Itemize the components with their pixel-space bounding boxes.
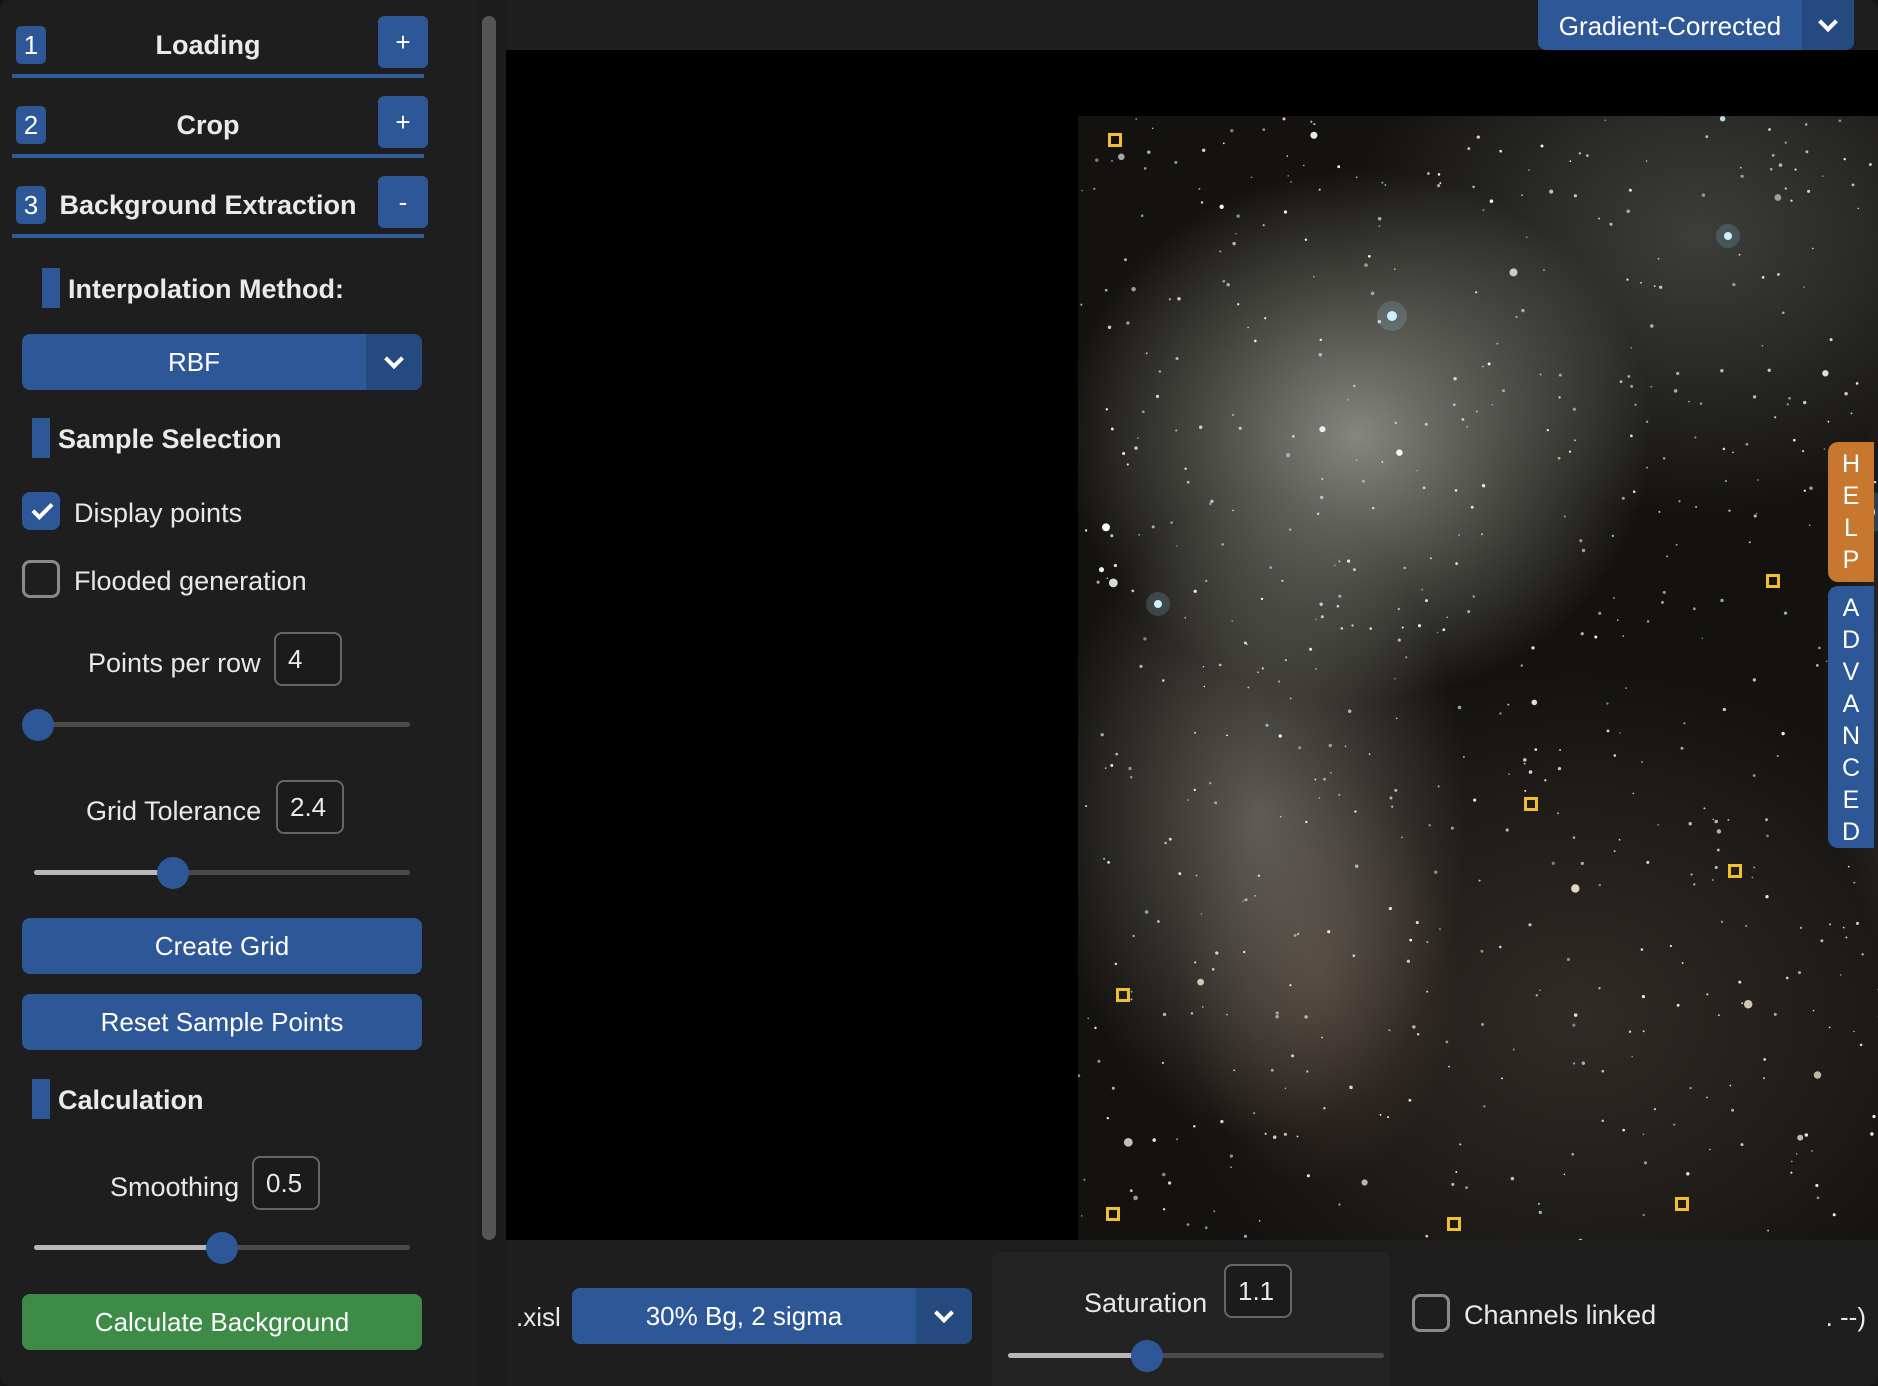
sample-point-marker[interactable] <box>1524 797 1538 811</box>
smoothing-slider[interactable] <box>34 1232 410 1264</box>
checkbox-label: Flooded generation <box>74 566 307 596</box>
divider <box>12 234 424 238</box>
chevron-down-icon[interactable] <box>916 1288 972 1344</box>
grid-tolerance-slider[interactable] <box>34 857 410 889</box>
checkbox[interactable] <box>22 492 60 530</box>
divider <box>12 154 424 158</box>
slider-handle[interactable] <box>22 709 54 741</box>
heading-marker <box>42 268 60 308</box>
interpolation-dropdown[interactable]: RBF <box>22 334 422 390</box>
grid-tolerance-input[interactable]: 2.4 <box>276 780 344 834</box>
advanced-tab-label: ADVANCED <box>1841 594 1861 846</box>
calculate-background-button[interactable]: Calculate Background <box>22 1294 422 1350</box>
check-icon <box>31 498 54 520</box>
sample-point-marker[interactable] <box>1675 1197 1689 1211</box>
section-background-extraction[interactable]: 3 Background Extraction - <box>12 174 428 238</box>
display-mode-dropdown[interactable]: Gradient-Corrected <box>1538 0 1854 50</box>
stretch-dropdown[interactable]: 30% Bg, 2 sigma <box>572 1288 972 1344</box>
image-canvas[interactable] <box>506 50 1878 1268</box>
checkbox[interactable] <box>1412 1294 1450 1332</box>
section-number: 2 <box>16 106 46 144</box>
saturation-label: Saturation <box>1084 1288 1208 1318</box>
help-tab[interactable]: HELP <box>1828 442 1874 582</box>
heading-text: Sample Selection <box>58 424 282 454</box>
heading-text: Interpolation Method: <box>68 274 344 304</box>
slider-handle[interactable] <box>157 857 190 889</box>
checkbox[interactable] <box>22 560 60 598</box>
grid-tolerance-label: Grid Tolerance <box>86 796 262 826</box>
slider-handle[interactable] <box>1131 1340 1164 1372</box>
app-window: 1 Loading + 2 Crop + 3 Background Extrac… <box>0 0 1878 1386</box>
section-crop[interactable]: 2 Crop + <box>12 94 428 158</box>
points-per-row-input[interactable]: 4 <box>274 632 342 686</box>
collapse-button[interactable]: - <box>378 176 428 228</box>
smoothing-label: Smoothing <box>110 1172 240 1202</box>
sample-point-marker[interactable] <box>1447 1217 1461 1231</box>
divider <box>12 74 424 78</box>
advanced-tab[interactable]: ADVANCED <box>1828 586 1874 848</box>
sample-point-marker[interactable] <box>1766 574 1780 588</box>
chevron-down-icon[interactable] <box>1802 0 1854 50</box>
sidebar-scrollbar[interactable] <box>482 16 496 1240</box>
expand-button[interactable]: + <box>378 16 428 68</box>
sidebar: 1 Loading + 2 Crop + 3 Background Extrac… <box>0 0 496 1386</box>
saturation-slider[interactable] <box>1008 1340 1384 1372</box>
sample-point-marker[interactable] <box>1728 864 1742 878</box>
truncated-text: . --) <box>1825 1302 1866 1332</box>
saturation-panel: Saturation 1.1 <box>992 1252 1390 1386</box>
section-number: 3 <box>16 186 46 224</box>
bottom-toolbar: .xisl 30% Bg, 2 sigma Saturation 1.1 Cha… <box>506 1240 1878 1386</box>
star-field <box>1078 116 1878 1268</box>
dropdown-value: 30% Bg, 2 sigma <box>645 1301 843 1331</box>
sample-point-marker[interactable] <box>1116 988 1130 1002</box>
section-title: Background Extraction <box>59 190 357 220</box>
nebula-image[interactable] <box>1078 116 1878 1268</box>
heading-text: Calculation <box>58 1085 204 1115</box>
truncated-label: .xisl <box>516 1302 561 1332</box>
saturation-input[interactable]: 1.1 <box>1224 1264 1292 1318</box>
sample-point-marker[interactable] <box>1106 1207 1120 1221</box>
create-grid-button[interactable]: Create Grid <box>22 918 422 974</box>
heading-marker <box>32 1079 50 1119</box>
expand-button[interactable]: + <box>378 96 428 148</box>
dropdown-value: Gradient-Corrected <box>1558 11 1782 41</box>
heading-marker <box>32 418 50 458</box>
help-tab-label: HELP <box>1841 450 1861 574</box>
reset-sample-points-button[interactable]: Reset Sample Points <box>22 994 422 1050</box>
chevron-down-icon[interactable] <box>366 334 422 390</box>
points-per-row-label: Points per row <box>88 648 261 678</box>
smoothing-input[interactable]: 0.5 <box>252 1156 320 1210</box>
checkbox-label: Channels linked <box>1464 1300 1657 1330</box>
viewer-toolbar: Gradient-Corrected <box>506 0 1878 50</box>
section-number: 1 <box>16 26 46 64</box>
slider-handle[interactable] <box>206 1232 238 1264</box>
section-loading[interactable]: 1 Loading + <box>12 14 428 78</box>
section-title: Crop <box>176 110 240 140</box>
sample-point-marker[interactable] <box>1108 133 1122 147</box>
points-per-row-slider[interactable] <box>22 709 410 741</box>
dropdown-value: RBF <box>168 347 220 377</box>
section-title: Loading <box>155 30 261 60</box>
checkbox-label: Display points <box>74 498 243 528</box>
